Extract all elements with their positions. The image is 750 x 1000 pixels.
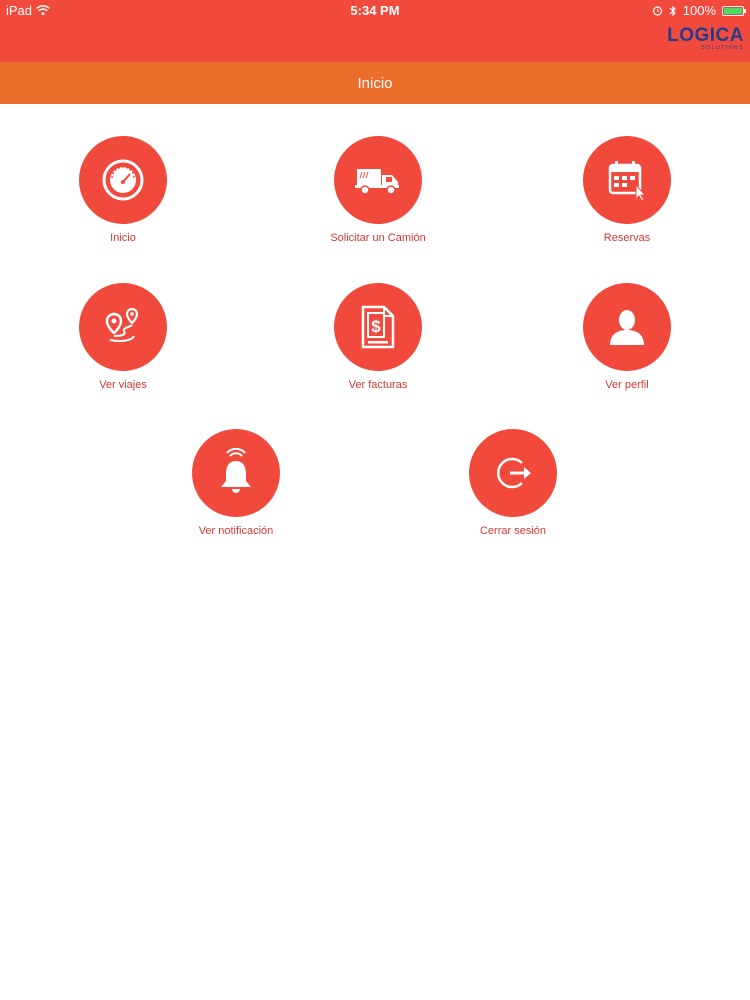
menu-item-ver-facturas[interactable]: $ Ver facturas bbox=[298, 283, 458, 391]
menu-item-label: Solicitar un Camión bbox=[330, 232, 426, 244]
menu-item-label: Reservas bbox=[603, 232, 651, 244]
menu-item-inicio-circle[interactable] bbox=[79, 136, 167, 224]
truck-icon bbox=[355, 169, 399, 195]
status-time: 5:34 PM bbox=[350, 3, 400, 18]
speedometer-icon bbox=[102, 159, 144, 201]
menu-item-solicitar-camion[interactable]: Solicitar un Camión bbox=[298, 136, 458, 244]
menu-item-label: Cerrar sesión bbox=[479, 525, 547, 537]
alarm-icon bbox=[652, 6, 662, 16]
menu-item-label: Ver perfil bbox=[605, 379, 649, 391]
menu-item-label: Inicio bbox=[110, 232, 136, 244]
status-bar-right: 100% bbox=[652, 3, 746, 18]
menu-item-label: Ver facturas bbox=[348, 379, 408, 391]
battery-percent: 100% bbox=[682, 3, 716, 18]
menu-item-ver-viajes-circle[interactable] bbox=[79, 283, 167, 371]
calendar-icon bbox=[608, 161, 647, 202]
svg-text:$: $ bbox=[371, 317, 381, 336]
bluetooth-icon bbox=[669, 5, 676, 16]
menu-item-cerrar-sesion[interactable]: Cerrar sesión bbox=[433, 429, 593, 537]
user-icon bbox=[610, 310, 644, 345]
menu-item-ver-facturas-circle[interactable]: $ bbox=[334, 283, 422, 371]
brand-name: LOGICA bbox=[667, 25, 744, 46]
page-title: Inicio bbox=[357, 74, 393, 92]
menu-item-ver-notificacion-circle[interactable] bbox=[192, 429, 280, 517]
menu-item-inicio[interactable]: Inicio bbox=[43, 136, 203, 244]
menu-item-cerrar-sesion-circle[interactable] bbox=[469, 429, 557, 517]
brand-logo: LOGICA SOLUTIONS bbox=[667, 26, 744, 51]
logout-icon bbox=[496, 457, 531, 489]
menu-item-ver-perfil-circle[interactable] bbox=[583, 283, 671, 371]
menu-item-ver-notificacion[interactable]: Ver notificación bbox=[156, 429, 316, 537]
menu-item-ver-viajes[interactable]: Ver viajes bbox=[43, 283, 203, 391]
menu-item-ver-perfil[interactable]: Ver perfil bbox=[547, 283, 707, 391]
page-title-bar: Inicio bbox=[0, 62, 750, 104]
menu-item-label: Ver notificación bbox=[198, 525, 274, 537]
route-pin-icon bbox=[105, 307, 139, 342]
menu-item-reservas[interactable]: Reservas bbox=[547, 136, 707, 244]
menu-item-label: Ver viajes bbox=[99, 379, 147, 391]
menu-item-solicitar-camion-circle[interactable] bbox=[334, 136, 422, 224]
battery-icon bbox=[722, 5, 746, 16]
invoice-icon: $ bbox=[361, 305, 395, 349]
bell-icon bbox=[221, 447, 251, 493]
top-bar: iPad 5:34 PM 100% LOGICA SOLUTIONS bbox=[0, 0, 750, 62]
menu-item-reservas-circle[interactable] bbox=[583, 136, 671, 224]
